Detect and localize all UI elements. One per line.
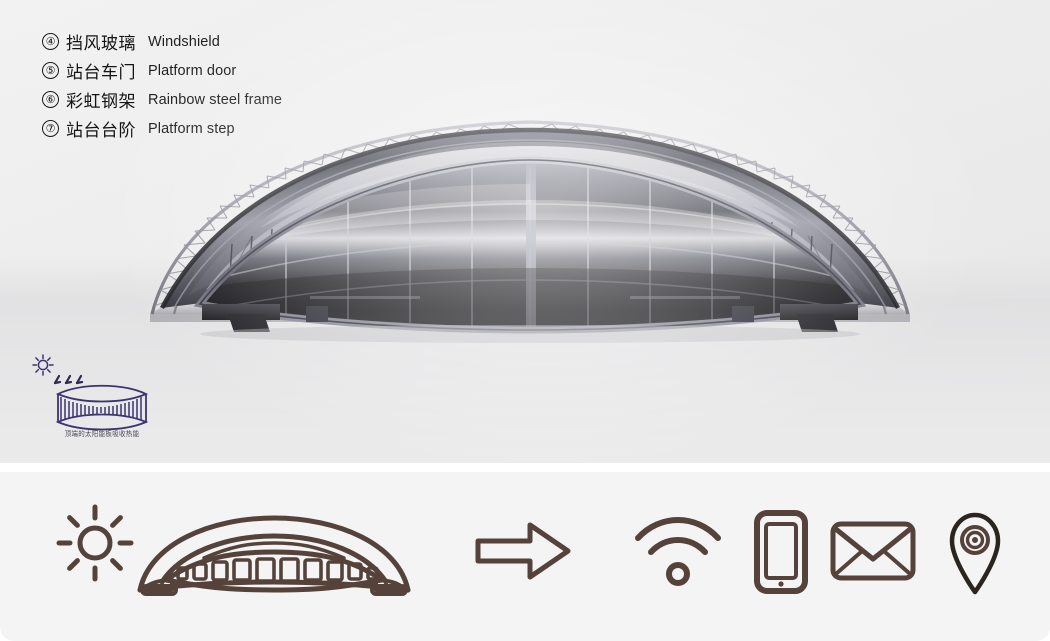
solar-diagram-caption: 顶端的太阳能板吸收热能: [64, 429, 140, 439]
lens-station-section: [55, 384, 149, 431]
heat-ray-arrows: [53, 374, 84, 385]
legend-label-en: Windshield: [148, 33, 220, 50]
smartphone-icon[interactable]: [752, 508, 810, 596]
legend-label-cn: 站台车门: [66, 63, 136, 83]
legend-item-5: ⑤ 站台车门 Platform door: [42, 56, 282, 85]
legend-label-en: Platform door: [148, 62, 237, 79]
arch-station-icon[interactable]: [128, 510, 420, 600]
page-root: ④ 挡风玻璃 Windshield ⑤ 站台车门 Platform door ⑥…: [0, 0, 1050, 641]
sun-icon[interactable]: [52, 500, 138, 586]
legend-number-icon: ④: [42, 33, 59, 50]
station-render: [150, 120, 910, 343]
arrow-right-icon[interactable]: [474, 516, 572, 586]
wifi-icon[interactable]: [632, 512, 724, 590]
legend-label-cn: 彩虹钢架: [66, 92, 136, 112]
legend-label-cn: 站台台阶: [66, 121, 136, 141]
render-panel: ④ 挡风玻璃 Windshield ⑤ 站台车门 Platform door ⑥…: [0, 0, 1050, 463]
legend-item-6: ⑥ 彩虹钢架 Rainbow steel frame: [42, 85, 282, 114]
legend-label-en: Platform step: [148, 120, 235, 137]
legend-label-cn: 挡风玻璃: [66, 34, 136, 54]
legend-item-4: ④ 挡风玻璃 Windshield: [42, 27, 282, 56]
legend-number-icon: ⑥: [42, 91, 59, 108]
sun-icon: [32, 354, 54, 376]
location-pin-icon[interactable]: [944, 508, 1006, 598]
solar-absorption-diagram: 顶端的太阳能板吸收热能: [26, 352, 178, 448]
icon-bar-panel: [0, 472, 1050, 641]
legend-number-icon: ⑦: [42, 120, 59, 137]
icon-strip: [0, 472, 1050, 641]
envelope-icon[interactable]: [828, 516, 918, 586]
legend-list: ④ 挡风玻璃 Windshield ⑤ 站台车门 Platform door ⑥…: [42, 27, 282, 143]
legend-item-7: ⑦ 站台台阶 Platform step: [42, 114, 282, 143]
legend-number-icon: ⑤: [42, 62, 59, 79]
legend-label-en: Rainbow steel frame: [148, 91, 283, 108]
